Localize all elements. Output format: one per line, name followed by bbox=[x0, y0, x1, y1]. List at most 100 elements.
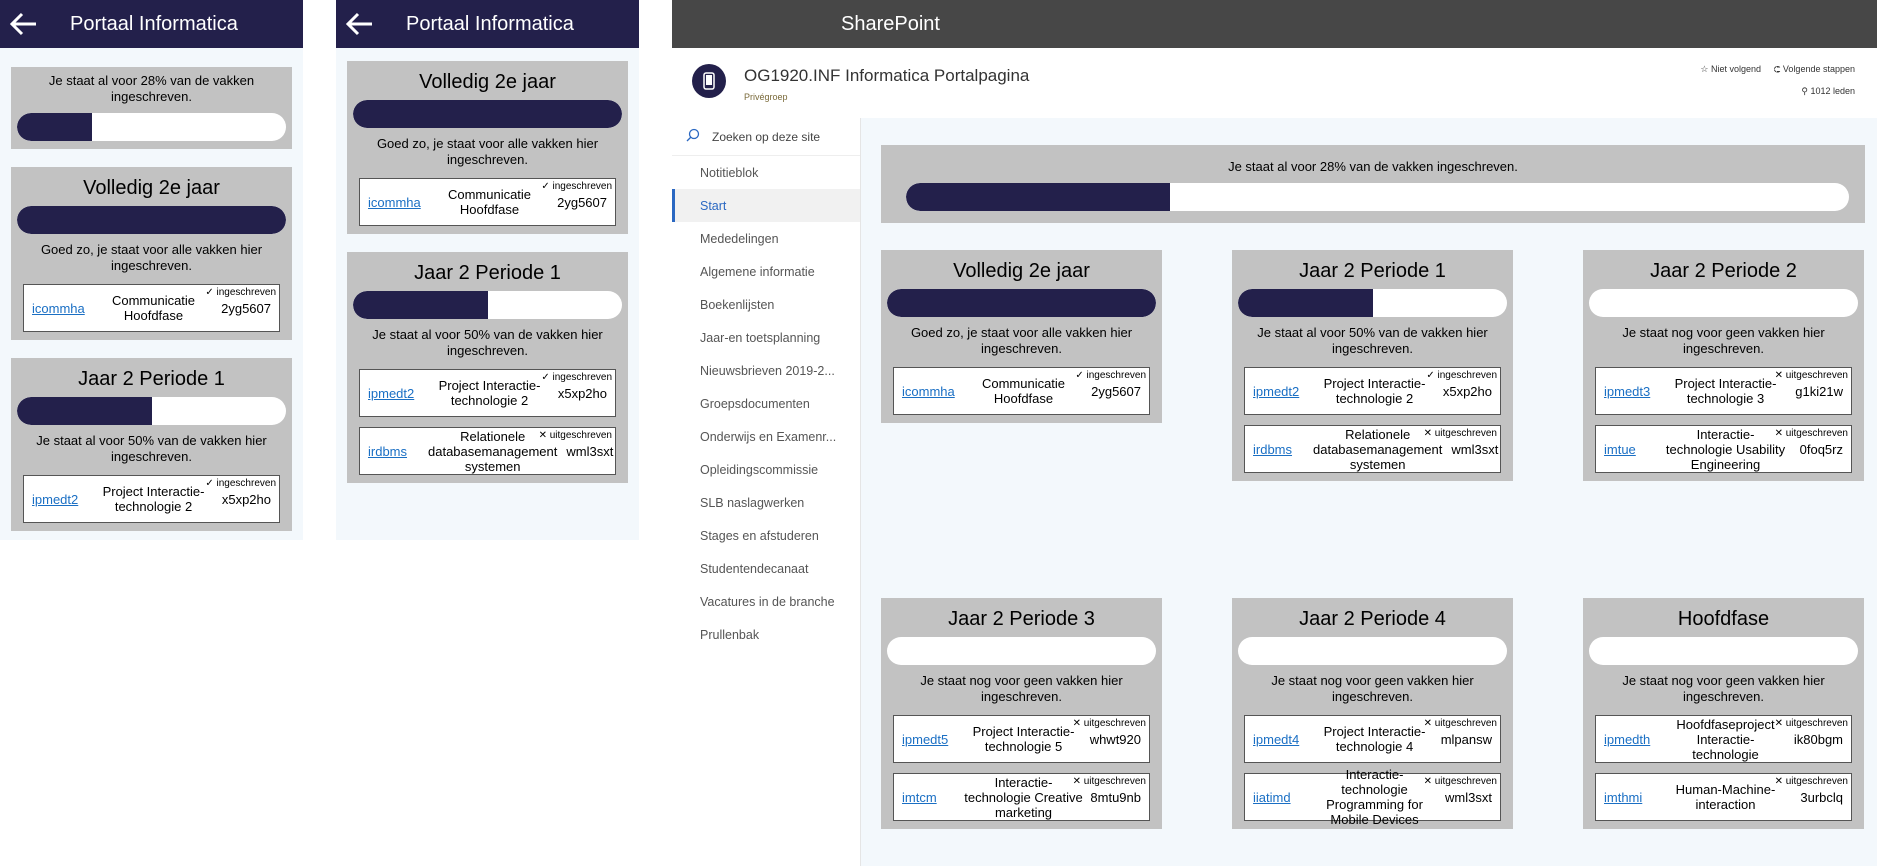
course-code-link[interactable]: ipmedth bbox=[1596, 732, 1662, 747]
site-title[interactable]: OG1920.INF Informatica Portalpagina bbox=[744, 66, 1029, 86]
course-code-link[interactable]: ipmedt2 bbox=[24, 492, 90, 507]
nav-item[interactable]: Start bbox=[672, 189, 860, 222]
course-id: 8mtu9nb bbox=[1090, 789, 1141, 805]
course-id: x5xp2ho bbox=[221, 491, 271, 507]
enrollment-status: ✓ ingeschreven bbox=[541, 181, 612, 192]
course-group-card: Jaar 2 Periode 1 Je staat al voor 50% van… bbox=[1232, 250, 1513, 481]
course-code-link[interactable]: ipmedt5 bbox=[894, 732, 960, 747]
card-progress-bar bbox=[353, 291, 622, 319]
phone-content: Je staat al voor 28% van de vakken inges… bbox=[0, 67, 303, 531]
site-search[interactable]: Zoeken op deze site bbox=[672, 118, 860, 156]
course-id: ik80bgm bbox=[1793, 731, 1843, 747]
course-name: Interactie-technologie Creative marketin… bbox=[964, 774, 1083, 820]
next-steps-icon: ⮈ bbox=[1773, 64, 1783, 74]
back-arrow-icon[interactable] bbox=[0, 0, 48, 48]
course-code-link[interactable]: irdbms bbox=[360, 444, 426, 459]
card-title: Volledig 2e jaar bbox=[83, 177, 220, 199]
course-name: Project Interactie-technologie 2 bbox=[438, 378, 541, 408]
course-row: ipmedth Hoofdfaseproject Interactie-techn… bbox=[1595, 715, 1852, 763]
nav-item[interactable]: Studentendecanaat bbox=[672, 552, 860, 585]
course-group-card: Jaar 2 Periode 2 Je staat nog voor geen v… bbox=[1583, 250, 1864, 481]
course-code-link[interactable]: icommha bbox=[894, 384, 960, 399]
course-name: Project Interactie-technologie 3 bbox=[1674, 376, 1777, 406]
enrollment-status: ✓ ingeschreven bbox=[205, 478, 276, 489]
course-row: ipmedt5 Project Interactie-technologie 5 w… bbox=[893, 715, 1150, 763]
course-row: icommha Communicatie Hoofdfase 2yg5607 ✓ in… bbox=[23, 284, 280, 332]
search-input[interactable]: Zoeken op deze site bbox=[712, 130, 820, 144]
nav-item[interactable]: Algemene informatie bbox=[672, 255, 860, 288]
back-arrow-icon[interactable] bbox=[336, 0, 384, 48]
members-count[interactable]: ⚲ 1012 leden bbox=[1801, 86, 1855, 97]
course-code-link[interactable]: irdbms bbox=[1245, 442, 1311, 457]
site-logo-icon[interactable] bbox=[692, 64, 726, 98]
course-name: Project Interactie-technologie 4 bbox=[1323, 724, 1426, 754]
course-row: imtcm Interactie-technologie Creative mar… bbox=[893, 773, 1150, 821]
course-row: irdbms Relationele databasemanagement sys… bbox=[1244, 425, 1501, 473]
enrollment-status: ✕ uitgeschreven bbox=[1774, 776, 1848, 787]
card-progress-bar bbox=[1238, 289, 1507, 317]
phone-preview-2: Portaal Informatica Volledig 2e jaar Goed… bbox=[336, 0, 639, 540]
course-code-link[interactable]: ipmedt2 bbox=[360, 386, 426, 401]
nav-item[interactable]: Notitieblok bbox=[672, 156, 860, 189]
course-row: icommha Communicatie Hoofdfase 2yg5607 ✓ in… bbox=[359, 178, 616, 226]
course-row: imtue Interactie-technologie Usability En… bbox=[1595, 425, 1852, 473]
course-code-link[interactable]: iiatimd bbox=[1245, 790, 1311, 805]
course-code-link[interactable]: ipmedt3 bbox=[1596, 384, 1662, 399]
progress-fill bbox=[17, 397, 152, 425]
course-code-link[interactable]: icommha bbox=[360, 195, 426, 210]
enrollment-status: ✕ uitgeschreven bbox=[1072, 776, 1146, 787]
site-type: Privégroep bbox=[744, 92, 788, 102]
overall-progress-text: Je staat al voor 28% van de vakken inges… bbox=[48, 73, 255, 104]
course-code-link[interactable]: ipmedt4 bbox=[1245, 732, 1311, 747]
nav-item[interactable]: Vacatures in de branche bbox=[672, 585, 860, 618]
course-code-link[interactable]: imtcm bbox=[894, 790, 960, 805]
sharepoint-app-name[interactable]: SharePoint bbox=[841, 13, 940, 36]
search-icon bbox=[686, 128, 700, 145]
nav-item[interactable]: Jaar-en toetsplanning bbox=[672, 321, 860, 354]
course-group-card: Hoofdfase Je staat nog voor geen vakken h… bbox=[1583, 598, 1864, 829]
next-steps-button[interactable]: ⮈ Volgende stappen bbox=[1774, 64, 1855, 75]
course-row: imthmi Human-Machine-interaction 3urbclq ✕ … bbox=[1595, 773, 1852, 821]
course-code-link[interactable]: imtue bbox=[1596, 442, 1662, 457]
card-progress-bar bbox=[353, 100, 622, 128]
progress-fill bbox=[17, 113, 93, 141]
course-id: 0foq5rz bbox=[1799, 441, 1843, 457]
course-id: wml3sxt bbox=[1451, 441, 1499, 457]
overall-progress-card: Je staat al voor 28% van de vakken inges… bbox=[11, 67, 292, 149]
enrollment-status: ✕ uitgeschreven bbox=[1774, 428, 1848, 439]
course-id: whwt920 bbox=[1089, 731, 1141, 747]
phone-content: Volledig 2e jaar Goed zo, je staat voor a… bbox=[336, 61, 639, 483]
nav-item[interactable]: Prullenbak bbox=[672, 618, 860, 651]
nav-item[interactable]: Onderwijs en Examenr... bbox=[672, 420, 860, 453]
card-progress-bar bbox=[1238, 637, 1507, 665]
course-row: ipmedt2 Project Interactie-technologie 2 x… bbox=[23, 475, 280, 523]
course-code-link[interactable]: imthmi bbox=[1596, 790, 1662, 805]
sharepoint-suite-bar: SharePoint bbox=[672, 0, 1877, 48]
enrollment-status: ✕ uitgeschreven bbox=[1423, 776, 1497, 787]
course-row: icommha Communicatie Hoofdfase 2yg5607 ✓ in… bbox=[893, 367, 1150, 415]
course-name: Project Interactie-technologie 5 bbox=[972, 724, 1075, 754]
card-progress-bar bbox=[17, 206, 286, 234]
course-name: Communicatie Hoofdfase bbox=[981, 376, 1066, 406]
nav-item[interactable]: Groepsdocumenten bbox=[672, 387, 860, 420]
course-row: ipmedt4 Project Interactie-technologie 4 m… bbox=[1244, 715, 1501, 763]
site-navigation: Zoeken op deze site Notitieblok Start Mede… bbox=[672, 118, 860, 866]
nav-item[interactable]: Opleidingscommissie bbox=[672, 453, 860, 486]
nav-item[interactable]: Stages en afstuderen bbox=[672, 519, 860, 552]
course-code-link[interactable]: icommha bbox=[24, 301, 90, 316]
app-header: Portaal Informatica bbox=[0, 0, 303, 48]
nav-item[interactable]: SLB naslagwerken bbox=[672, 486, 860, 519]
card-progress-bar bbox=[887, 637, 1156, 665]
nav-item[interactable]: Nieuwsbrieven 2019-2... bbox=[672, 354, 860, 387]
course-name: Human-Machine-interaction bbox=[1675, 782, 1776, 812]
nav-item[interactable]: Mededelingen bbox=[672, 222, 860, 255]
card-title: Jaar 2 Periode 2 bbox=[1650, 260, 1797, 282]
overall-progress-bar bbox=[906, 183, 1849, 211]
course-id: 2yg5607 bbox=[557, 194, 607, 210]
nav-item[interactable]: Boekenlijsten bbox=[672, 288, 860, 321]
sharepoint-window: SharePoint OG1920.INF Informatica Portal… bbox=[672, 0, 1877, 866]
course-code-link[interactable]: ipmedt2 bbox=[1245, 384, 1311, 399]
progress-fill bbox=[887, 289, 1156, 317]
card-message: Je staat nog voor geen vakken hier inges… bbox=[920, 673, 1123, 704]
follow-button[interactable]: ☆ Niet volgend bbox=[1700, 64, 1761, 75]
